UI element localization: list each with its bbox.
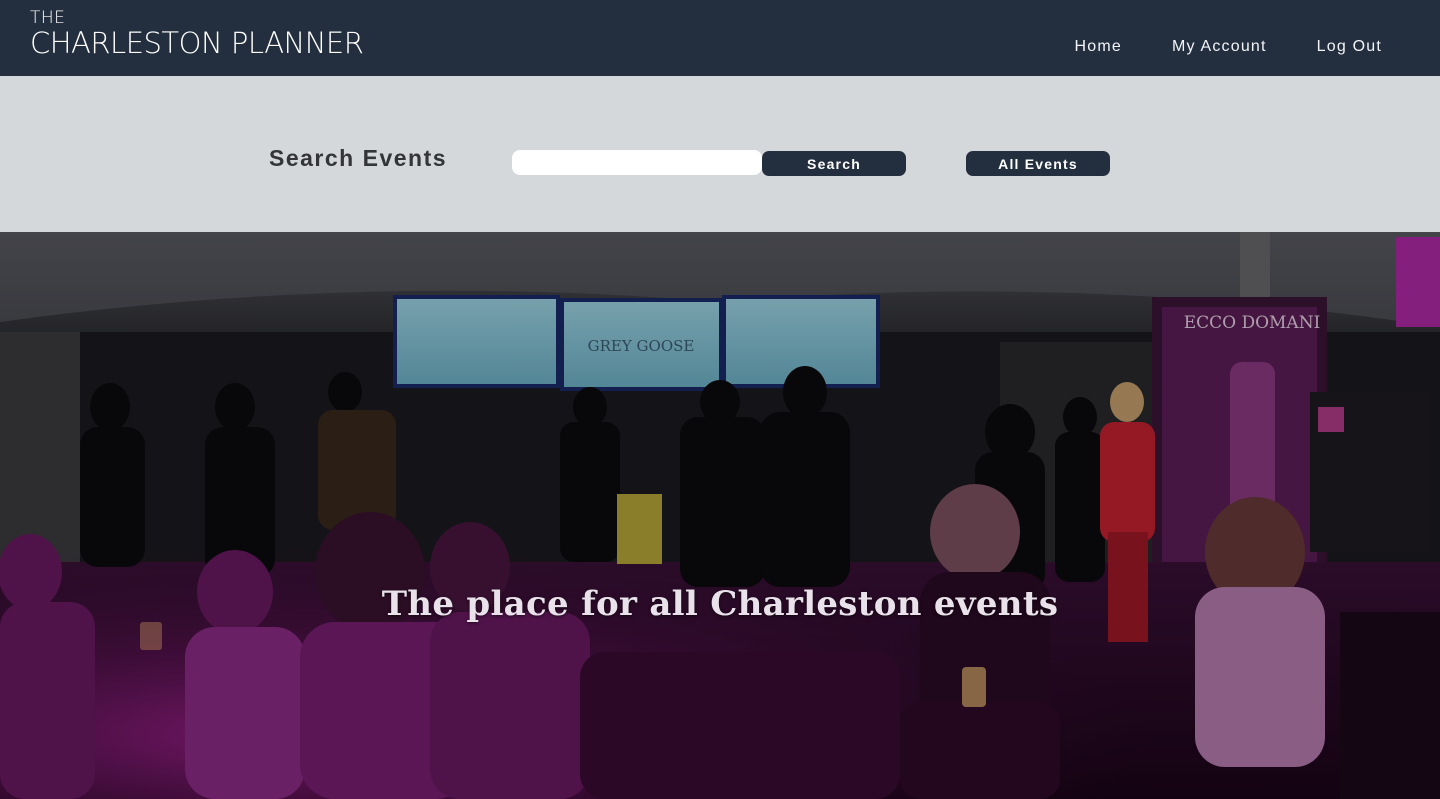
- logo-main-text: CHARLESTON PLANNER: [30, 26, 364, 60]
- nav-home-link[interactable]: Home: [1074, 38, 1121, 56]
- hero-background-image: GREY GOOSE ECCO DOMANI: [0, 232, 1440, 799]
- all-events-button[interactable]: All Events: [966, 151, 1110, 176]
- search-events-heading: Search Events: [269, 145, 448, 171]
- search-button[interactable]: Search: [762, 151, 906, 176]
- nav-my-account-link[interactable]: My Account: [1172, 38, 1267, 56]
- search-section: Search Events Search All Events: [0, 76, 1440, 232]
- hero-tagline: The place for all Charleston events: [381, 584, 1059, 624]
- search-input[interactable]: [512, 150, 762, 175]
- top-navbar: THE CHARLESTON PLANNER Home My Account L…: [0, 0, 1440, 76]
- logo-the-text: THE: [30, 8, 66, 28]
- nav-menu: Home My Account Log Out: [1074, 38, 1382, 56]
- site-logo[interactable]: THE CHARLESTON PLANNER: [30, 8, 364, 60]
- nav-log-out-link[interactable]: Log Out: [1317, 38, 1382, 56]
- hero-banner: GREY GOOSE ECCO DOMANI The place for all…: [0, 232, 1440, 799]
